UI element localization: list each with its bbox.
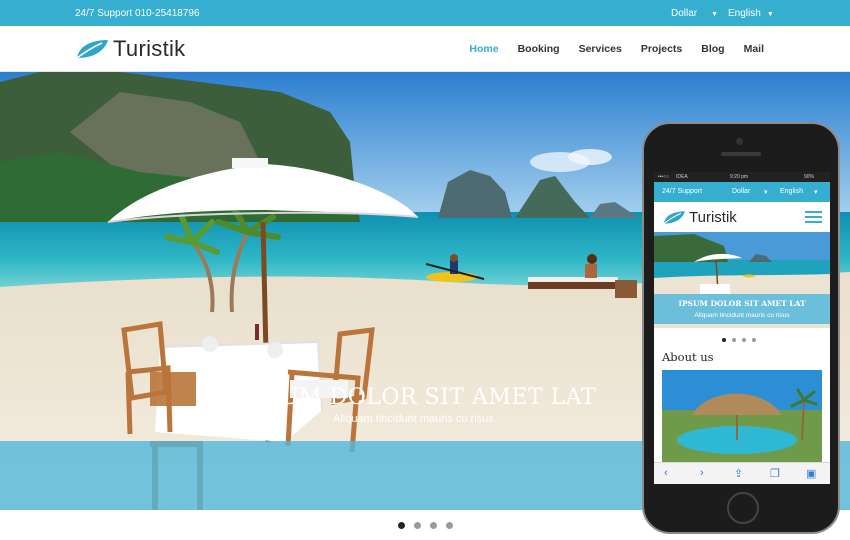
hero-subtitle: Allquam tincidunt mauris cu risus: [333, 413, 494, 425]
caret-down-icon: ▾: [814, 189, 818, 196]
mobile-support: 24/7 Support: [662, 188, 703, 195]
mobile-logo[interactable]: Turistik: [662, 209, 737, 226]
language-label: English: [728, 8, 761, 19]
nav-mail[interactable]: Mail: [744, 43, 764, 55]
mobile-slider-dot-2[interactable]: [732, 338, 736, 342]
slider-dot-4[interactable]: [446, 522, 453, 529]
language-dropdown[interactable]: English ▼: [728, 8, 774, 19]
phone-camera: [736, 138, 743, 145]
about-image: [662, 370, 822, 462]
mobile-hero-subtitle: Allquam tincidunt mauris cu risus: [694, 312, 790, 319]
mobile-language[interactable]: English: [780, 188, 803, 195]
back-icon[interactable]: ‹: [664, 467, 668, 479]
mobile-currency[interactable]: Dollar: [732, 188, 750, 195]
nav-projects[interactable]: Projects: [641, 43, 682, 55]
clock-label: 9:20 pm: [730, 174, 749, 180]
about-heading: About us: [662, 350, 714, 364]
phone-mockup: •••○○ IDEA 9:20 pm 90% 24/7 Support Doll…: [642, 122, 840, 534]
slider-dot-1[interactable]: [398, 522, 405, 529]
logo-text: Turistik: [113, 36, 186, 61]
slider-pagination: [398, 522, 453, 529]
mobile-slider-dot-1[interactable]: [722, 338, 726, 342]
mobile-hero: IPSUM DOLOR SIT AMET LAT Allquam tincidu…: [654, 232, 830, 328]
leaf-logo-icon: [76, 40, 108, 59]
slider-dot-3[interactable]: [430, 522, 437, 529]
support-phone: 24/7 Support 010-25418796: [75, 8, 200, 19]
mobile-logo-text: Turistik: [689, 209, 737, 226]
phone-home-button: [727, 492, 759, 524]
currency-label: Dollar: [671, 8, 698, 19]
caret-down-icon: ▼: [766, 11, 774, 18]
slider-dot-2[interactable]: [414, 522, 421, 529]
phone-screen: •••○○ IDEA 9:20 pm 90% 24/7 Support Doll…: [654, 172, 830, 484]
hamburger-icon[interactable]: [805, 211, 822, 226]
hero-title: IPSUM DOLOR SIT AMET LAT: [240, 385, 597, 410]
site-header: Turistik Home Booking Services Projects …: [0, 26, 850, 72]
signal-icon: •••○○: [658, 174, 670, 180]
browser-toolbar: ‹ › ⇪ ❐ ▣: [654, 462, 830, 484]
caret-down-icon: ▾: [764, 189, 768, 196]
nav-booking[interactable]: Booking: [518, 43, 560, 55]
nav-blog[interactable]: Blog: [701, 43, 724, 55]
mobile-slider-pagination: [722, 338, 756, 342]
phone-status-bar: •••○○ IDEA 9:20 pm 90%: [654, 172, 830, 182]
mobile-hero-title: IPSUM DOLOR SIT AMET LAT: [678, 299, 806, 308]
caret-down-icon: ▼: [711, 11, 719, 18]
mobile-slider-dot-3[interactable]: [742, 338, 746, 342]
resort-pool-image: [662, 370, 822, 462]
top-bar: 24/7 Support 010-25418796 Dollar ▼ Englis…: [0, 0, 850, 26]
share-icon[interactable]: ⇪: [734, 467, 743, 480]
phone-speaker: [721, 152, 761, 156]
leaf-logo-icon: [663, 211, 685, 225]
currency-dropdown[interactable]: Dollar ▼: [671, 8, 718, 19]
mobile-top-bar: 24/7 Support Dollar ▾ English ▾: [654, 182, 830, 202]
nav-home[interactable]: Home: [469, 43, 498, 55]
nav-services[interactable]: Services: [579, 43, 622, 55]
mobile-slider-dot-4[interactable]: [752, 338, 756, 342]
forward-icon[interactable]: ›: [700, 467, 704, 479]
carrier-label: IDEA: [676, 174, 688, 180]
site-logo[interactable]: Turistik: [75, 36, 185, 62]
tabs-icon[interactable]: ▣: [806, 467, 816, 480]
mobile-header: Turistik: [654, 202, 830, 232]
main-nav: Home Booking Services Projects Blog Mail: [469, 43, 764, 55]
bookmarks-icon[interactable]: ❐: [770, 467, 780, 480]
battery-label: 90%: [804, 174, 815, 180]
